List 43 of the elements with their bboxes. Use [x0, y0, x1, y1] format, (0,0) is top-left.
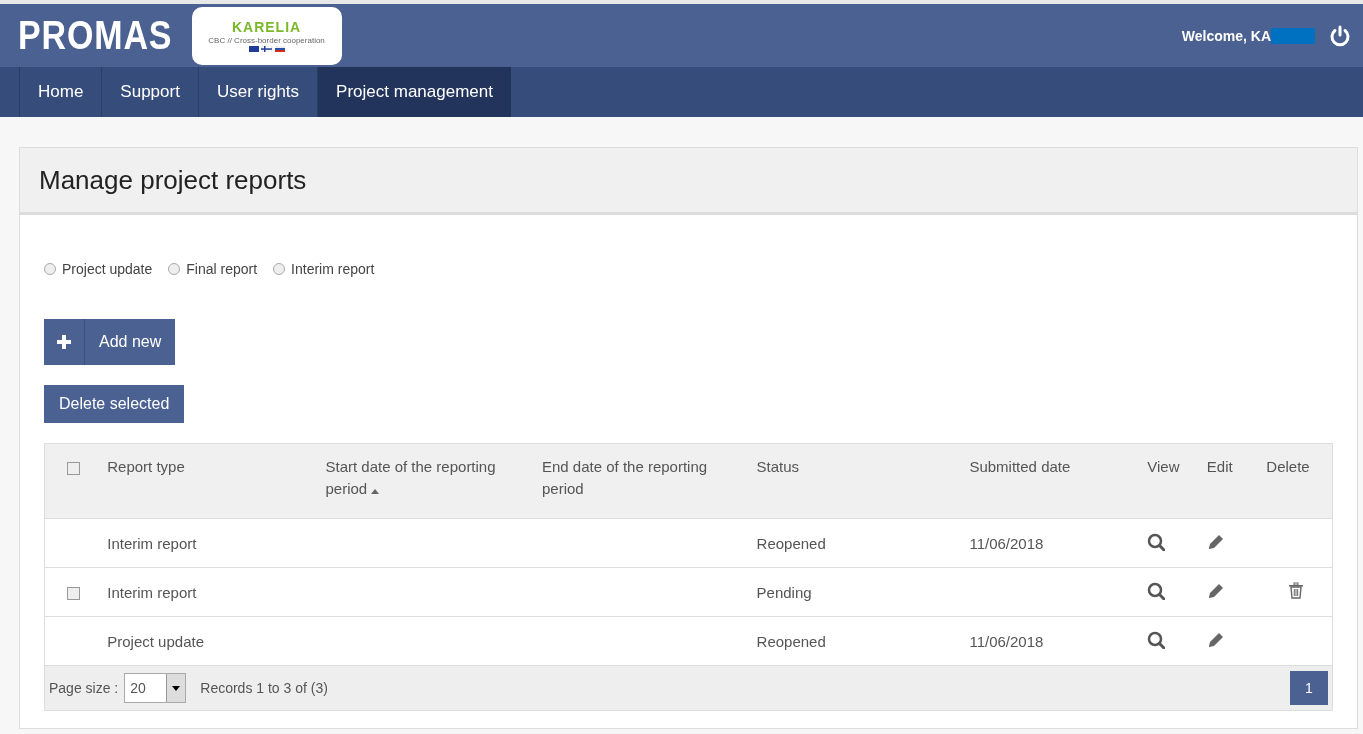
checkbox[interactable] [66, 587, 80, 601]
nav-tab[interactable]: Support [101, 67, 198, 117]
delete-selected-button[interactable]: Delete selected [44, 385, 185, 423]
welcome-text: Welcome, KA [1181, 27, 1271, 44]
sort-up-icon [371, 489, 380, 494]
table-cell: Interim report [107, 583, 197, 601]
page-size-dropdown[interactable]: 20 [124, 673, 187, 703]
records-text: Records 1 to 3 of (3) [200, 680, 328, 696]
edit-icon[interactable] [1206, 533, 1225, 550]
page-size-label: Page size : [49, 680, 119, 696]
flags-icon [248, 46, 285, 52]
radio-label: Project update [62, 261, 153, 277]
table-cell: Reopened [756, 534, 826, 552]
redaction-mark [1271, 27, 1315, 44]
caret-icon [172, 685, 181, 691]
add-new-button[interactable]: Add new [44, 319, 176, 365]
logo-subtitle: CBC // Cross-border cooperation [208, 36, 325, 45]
edit-icon[interactable] [1206, 582, 1225, 599]
edit-icon[interactable] [1206, 631, 1225, 648]
search-icon[interactable] [1147, 532, 1166, 551]
brand-name: PROMAS [18, 13, 173, 58]
table-cell: Pending [756, 583, 812, 601]
search-icon[interactable] [1147, 630, 1166, 649]
table-cell: Interim report [107, 534, 197, 552]
logo-title: KARELIA [231, 19, 302, 35]
plus-icon[interactable] [57, 335, 71, 349]
page-title: Manage project reports [39, 164, 307, 196]
nav-tab[interactable]: Project management [317, 67, 511, 117]
table-cell: 11/06/2018 [969, 534, 1044, 552]
page-button[interactable]: 1 [1290, 671, 1328, 705]
radio-label: Final report [186, 261, 258, 277]
search-icon[interactable] [1147, 581, 1166, 600]
delete-icon[interactable] [1288, 582, 1305, 599]
power-icon[interactable] [1329, 24, 1351, 47]
radio-button[interactable] [44, 263, 56, 275]
radio-button[interactable] [168, 263, 181, 275]
radio-label: Interim report [291, 261, 375, 277]
table-cell: 11/06/2018 [969, 632, 1044, 650]
table-cell: Project update [107, 632, 204, 650]
table-cell: Reopened [756, 632, 826, 650]
nav-tab[interactable]: Home [19, 67, 102, 117]
radio-button[interactable] [273, 263, 286, 275]
checkbox[interactable] [66, 461, 80, 475]
